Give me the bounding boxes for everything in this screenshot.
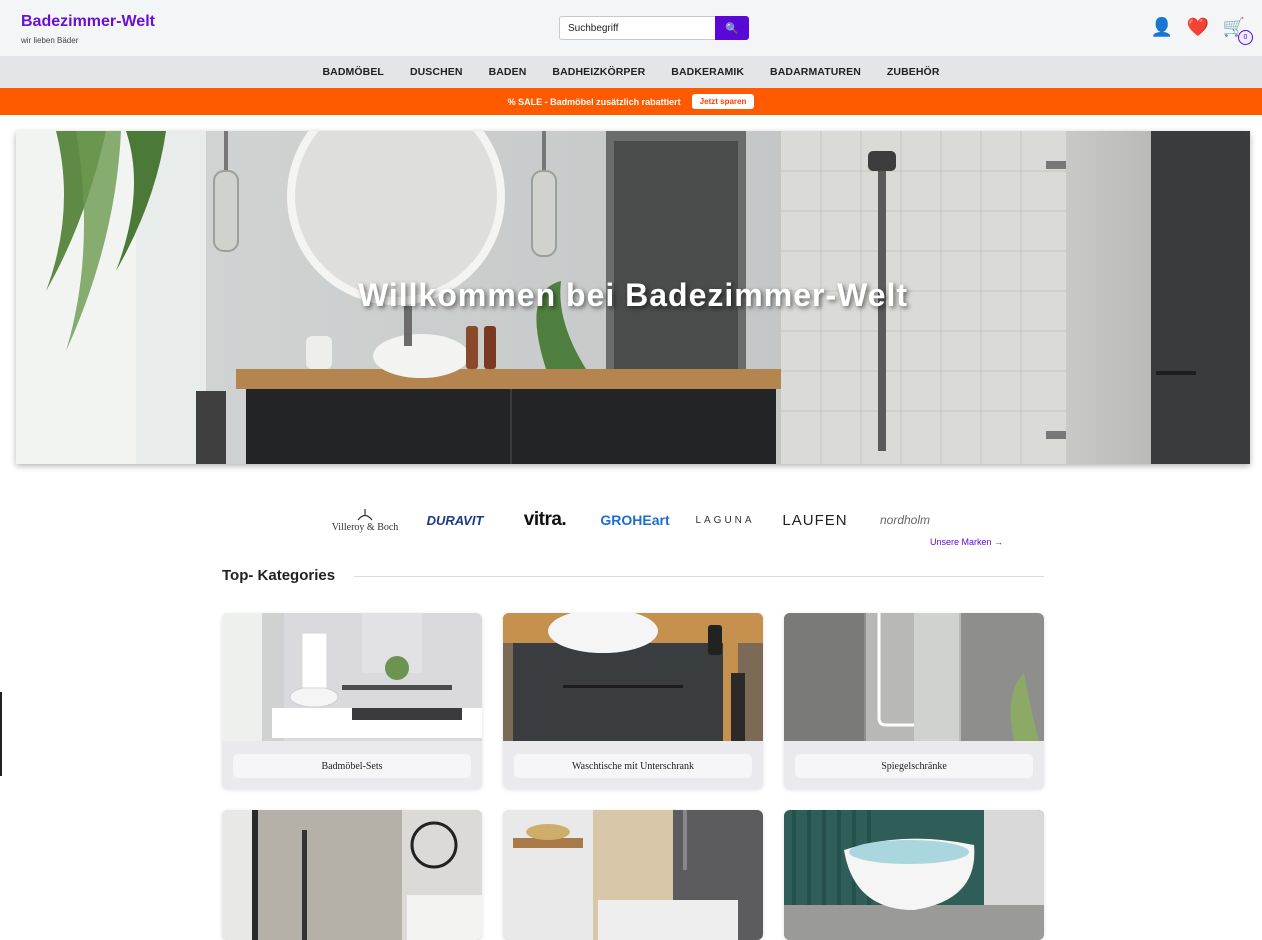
category-card-5[interactable]: [503, 810, 763, 940]
nav-item-duschen[interactable]: DUSCHEN: [410, 66, 463, 78]
category-image: [222, 810, 482, 940]
account-icon[interactable]: 👤: [1151, 16, 1173, 38]
category-card-6[interactable]: [784, 810, 1044, 940]
site-logo[interactable]: Badezimmer-Welt wir lieben Bäder: [21, 13, 155, 45]
category-image: [784, 613, 1044, 741]
hero-title: Willkommen bei Badezimmer-Welt: [357, 277, 909, 313]
cart-count-badge: 0: [1238, 30, 1253, 45]
sale-banner: % SALE - Badmöbel zusätzlich rabattiert …: [0, 88, 1262, 115]
sale-text: % SALE - Badmöbel zusätzlich rabattiert: [507, 96, 681, 107]
category-image: [503, 613, 763, 741]
category-image: [784, 810, 1044, 940]
search-bar: 🔍: [559, 16, 749, 40]
category-label: Waschtische mit Unterschrank: [514, 754, 752, 778]
main-navigation: BADMÖBEL DUSCHEN BADEN BADHEIZKÖRPER BAD…: [0, 56, 1262, 88]
wishlist-icon[interactable]: ❤️: [1187, 16, 1209, 38]
brand-groheart[interactable]: GROHEart: [590, 500, 680, 540]
cart-icon[interactable]: 🛒 0: [1223, 16, 1253, 45]
villeroy-emblem-icon: [357, 508, 373, 520]
hero-banner: Willkommen bei Badezimmer-Welt: [16, 131, 1250, 464]
category-card-waschtische[interactable]: Waschtische mit Unterschrank: [503, 613, 763, 789]
brand-duravit[interactable]: DURAVIT: [410, 500, 500, 540]
nav-item-baden[interactable]: BADEN: [489, 66, 527, 78]
logo-subtitle: wir lieben Bäder: [21, 36, 79, 45]
nav-item-badarmaturen[interactable]: BADARMATUREN: [770, 66, 861, 78]
brand-logo-row: Villeroy & Boch DURAVIT vitra. GROHEart …: [320, 500, 950, 540]
header-icons: 👤 ❤️ 🛒 0: [1151, 16, 1253, 45]
search-button[interactable]: 🔍: [715, 16, 749, 40]
nav-item-zubehoer[interactable]: ZUBEHÖR: [887, 66, 940, 78]
section-divider: [354, 576, 1044, 577]
category-image: [222, 613, 482, 741]
brand-vitra[interactable]: vitra.: [500, 500, 590, 540]
brand-laufen[interactable]: LAUFEN: [770, 500, 860, 540]
all-brands-link[interactable]: Unsere Marken →: [930, 537, 1003, 547]
logo-title: Badezimmer-Welt: [21, 13, 155, 30]
top-header: Badezimmer-Welt wir lieben Bäder 🔍 👤 ❤️ …: [0, 0, 1262, 56]
nav-item-badmoebel[interactable]: BADMÖBEL: [322, 66, 383, 78]
side-feedback-tab[interactable]: [0, 692, 2, 776]
categories-heading: Top- Kategories: [222, 567, 336, 584]
nav-item-badheizkoerper[interactable]: BADHEIZKÖRPER: [552, 66, 645, 78]
search-input[interactable]: [559, 16, 715, 40]
category-label: Spiegelschränke: [795, 754, 1033, 778]
category-image: [503, 810, 763, 940]
brand-laguna[interactable]: LAGUNA: [680, 500, 770, 540]
category-label: Badmöbel-Sets: [233, 754, 471, 778]
brand-villeroy-boch[interactable]: Villeroy & Boch: [320, 500, 410, 540]
brand-nordholm[interactable]: nordholm: [860, 500, 950, 540]
search-icon: 🔍: [725, 22, 739, 35]
sale-button[interactable]: Jetzt sparen: [691, 94, 755, 109]
category-card-spiegelschraenke[interactable]: Spiegelschränke: [784, 613, 1044, 789]
category-card-4[interactable]: [222, 810, 482, 940]
nav-item-badkeramik[interactable]: BADKERAMIK: [671, 66, 744, 78]
category-card-badmoebel-sets[interactable]: Badmöbel-Sets: [222, 613, 482, 789]
